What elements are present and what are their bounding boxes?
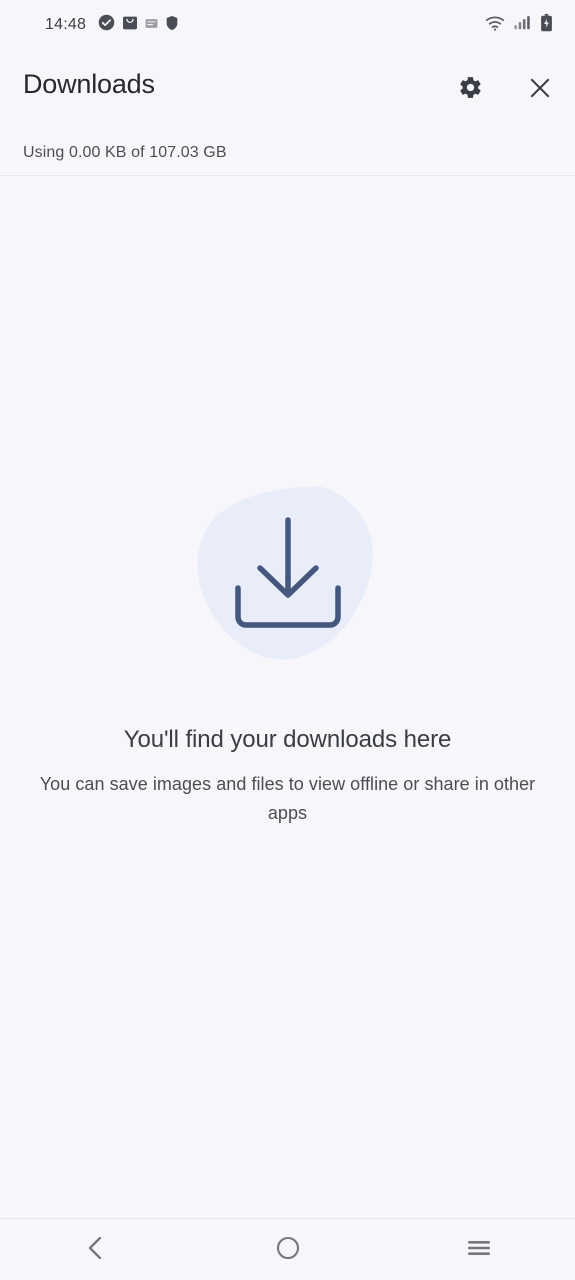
phone-screen: 14:48 Downloads Using 0.00 KB of 107.03 … — [0, 0, 575, 1280]
nav-recents-button[interactable] — [383, 1219, 575, 1280]
shield-icon — [165, 15, 179, 36]
gear-icon — [458, 75, 483, 103]
status-bar-clock: 14:48 — [45, 16, 87, 33]
empty-state-subtitle: You can save images and files to view of… — [39, 774, 536, 823]
settings-button[interactable] — [453, 72, 487, 106]
shopping-bag-icon — [122, 15, 138, 36]
app-badge-icon — [145, 16, 158, 34]
chevron-left-icon — [84, 1235, 108, 1264]
android-nav-bar — [0, 1218, 575, 1280]
nav-home-button[interactable] — [192, 1219, 384, 1280]
empty-state-title: You'll find your downloads here — [123, 726, 452, 753]
check-circle-icon — [98, 14, 115, 36]
status-bar-system-icons — [485, 13, 553, 37]
battery-charging-icon — [540, 13, 553, 37]
status-bar-notification-icons — [98, 14, 179, 36]
storage-usage-text: Using 0.00 KB of 107.03 GB — [23, 144, 227, 161]
hamburger-icon — [466, 1238, 492, 1261]
wifi-icon — [485, 15, 505, 36]
header-action-group — [453, 72, 557, 106]
page-title: Downloads — [23, 69, 155, 99]
close-icon — [527, 75, 553, 104]
status-bar: 14:48 — [0, 0, 575, 50]
close-button[interactable] — [523, 72, 557, 106]
circle-icon — [276, 1236, 300, 1263]
cellular-signal-icon — [514, 15, 531, 35]
nav-back-button[interactable] — [0, 1219, 192, 1280]
downloads-empty-state: You'll find your downloads here You can … — [0, 176, 575, 1218]
app-header: Downloads Using 0.00 KB of 107.03 GB — [0, 50, 575, 176]
download-arrow-illustration — [188, 478, 388, 678]
